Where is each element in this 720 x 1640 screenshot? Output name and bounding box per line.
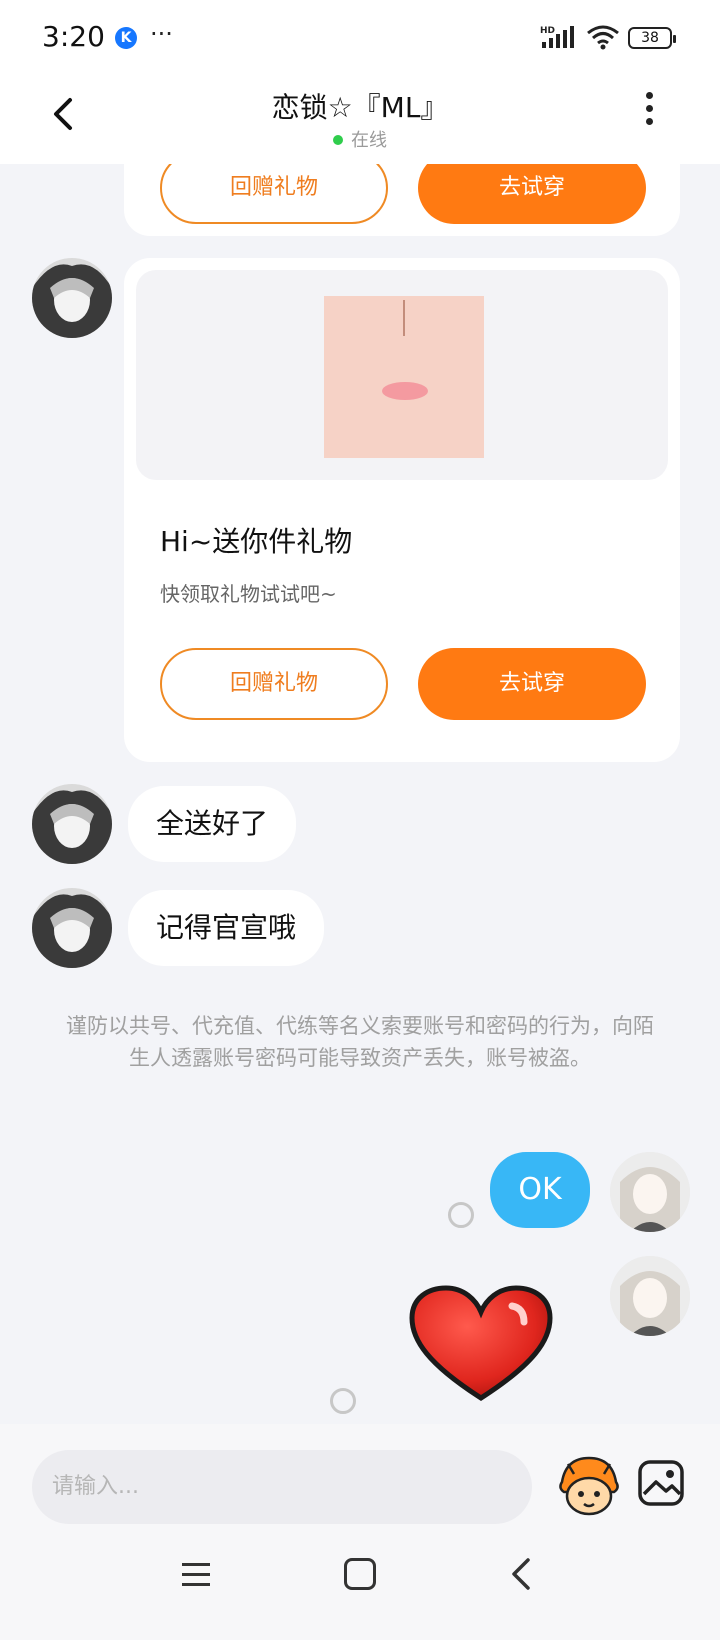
emoji-mascot-icon[interactable] [554,1452,624,1522]
app-notification-icon: K [115,27,137,49]
image-picker-icon[interactable] [636,1458,686,1508]
status-time: 3:20 [42,20,105,53]
contact-avatar[interactable] [32,784,112,864]
chat-header: 恋锁☆『ML』 在线 [0,80,720,164]
my-message-bubble[interactable]: OK [490,1152,590,1228]
message-status-icon [448,1202,474,1228]
signal-icon: HD [540,26,574,48]
message-status-icon [330,1388,356,1414]
return-gift-button[interactable]: 回赠礼物 [160,648,388,720]
contact-avatar[interactable] [32,258,112,338]
gift-title: Hi~送你件礼物 [160,525,353,558]
more-notifications-icon: ··· [150,20,173,48]
more-options-icon[interactable] [646,92,654,128]
contact-avatar[interactable] [32,888,112,968]
chat-title: 恋锁☆『ML』 [271,91,449,124]
online-status: 在线 [0,126,720,152]
security-warning: 谨防以共号、代充值、代练等名义索要账号和密码的行为，向陌生人透露账号密码可能导致… [66,1014,654,1070]
my-avatar[interactable] [610,1152,690,1232]
wifi-icon [587,25,619,50]
gift-card[interactable]: Hi~送你件礼物 快领取礼物试试吧~ 回赠礼物 去试穿 [124,258,680,762]
my-avatar[interactable] [610,1256,690,1336]
top-bar: 3:20 K ··· HD 38 恋锁☆『ML』 在线 [0,0,720,164]
try-on-button[interactable]: 去试穿 [418,648,646,720]
network-type-label: HD [540,26,555,36]
home-icon[interactable] [344,1558,376,1590]
menu-icon[interactable] [180,1560,212,1590]
heart-sticker-icon[interactable] [408,1284,554,1404]
online-status-text: 在线 [351,130,387,151]
gift-image [324,296,484,458]
message-bubble[interactable]: 全送好了 [128,786,297,862]
online-dot-icon [333,135,343,145]
gift-subtitle: 快领取礼物试试吧~ [160,582,337,606]
status-bar: 3:20 K ··· HD 38 [0,0,720,80]
battery-icon: 38 [628,27,676,49]
message-bubble[interactable]: 记得官宣哦 [128,890,325,966]
system-nav-bar [0,1526,720,1640]
gift-preview [136,270,668,480]
nav-back-icon[interactable] [508,1556,536,1592]
message-input[interactable]: 请输入... [32,1450,532,1524]
